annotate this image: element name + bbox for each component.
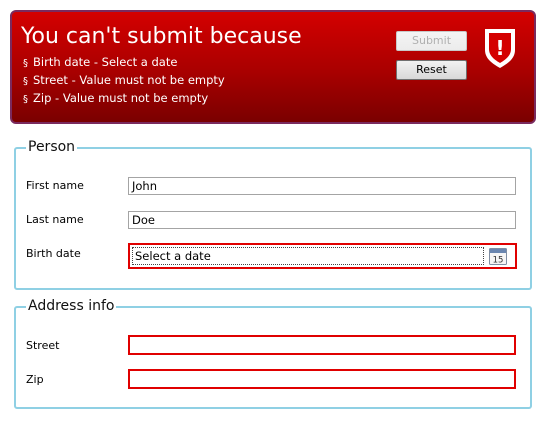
zip-field[interactable] — [128, 369, 516, 389]
person-legend: Person — [26, 138, 78, 156]
first-name-field[interactable]: John — [128, 177, 516, 195]
reset-button[interactable]: Reset — [396, 60, 467, 80]
error-item-street[interactable]: § Street - Value must not be empty — [23, 72, 225, 90]
address-group: Address info Street Zip — [14, 297, 532, 409]
error-summary-banner: You can't submit because § Birth date - S… — [10, 10, 536, 124]
birth-date-label: Birth date — [26, 247, 81, 260]
error-item-zip[interactable]: § Zip - Value must not be empty — [23, 90, 225, 108]
submit-button[interactable]: Submit — [396, 31, 467, 51]
first-name-label: First name — [26, 179, 84, 192]
bullet-icon: § — [23, 94, 28, 105]
error-message: Value must not be empty — [79, 73, 225, 87]
exclamation-glyph: ! — [495, 36, 504, 60]
person-group: Person First name John Last name Doe Bir… — [14, 138, 532, 290]
bullet-icon: § — [23, 58, 28, 69]
error-field: Street — [33, 73, 68, 87]
birth-date-input[interactable]: Select a date — [132, 247, 484, 265]
error-item-birth-date[interactable]: § Birth date - Select a date — [23, 54, 225, 72]
last-name-label: Last name — [26, 213, 84, 226]
error-list: § Birth date - Select a date § Street - Va… — [23, 54, 225, 108]
bullet-icon: § — [23, 76, 28, 87]
address-legend: Address info — [26, 297, 117, 315]
error-message: Value must not be empty — [62, 91, 209, 105]
error-message: Select a date — [101, 55, 178, 69]
birth-date-picker[interactable]: Select a date 15 — [128, 243, 517, 269]
error-field: Zip — [33, 91, 52, 105]
street-field[interactable] — [128, 335, 516, 355]
street-label: Street — [26, 339, 60, 352]
error-field: Birth date — [33, 55, 91, 69]
banner-title: You can't submit because — [21, 24, 302, 49]
calendar-icon[interactable]: 15 — [489, 248, 507, 265]
zip-label: Zip — [26, 373, 44, 386]
last-name-field[interactable]: Doe — [128, 211, 516, 229]
error-shield-icon: ! — [485, 29, 515, 68]
calendar-day: 15 — [493, 256, 504, 266]
